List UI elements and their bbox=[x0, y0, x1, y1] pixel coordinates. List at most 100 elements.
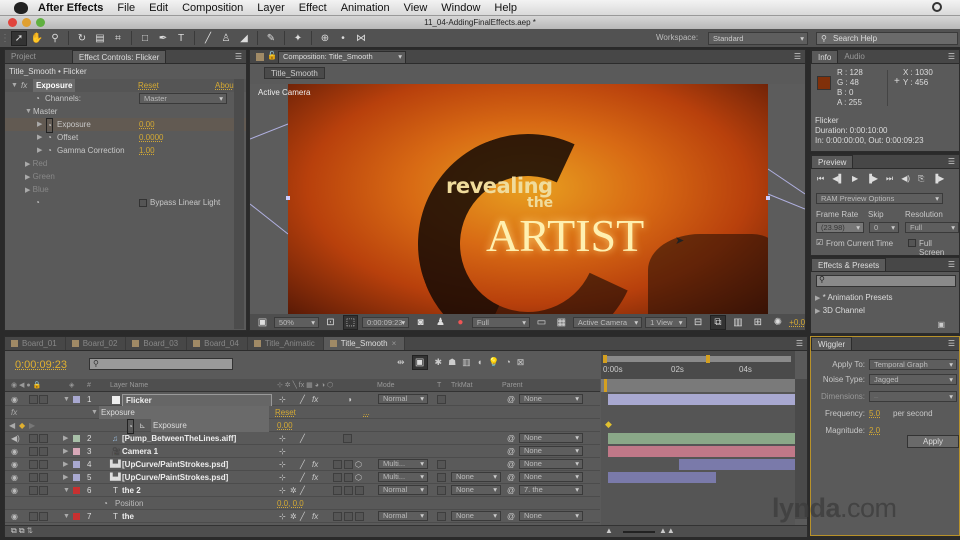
transparency-grid-icon[interactable]: ▦ bbox=[554, 315, 569, 330]
trkmat-select[interactable]: None bbox=[451, 472, 501, 482]
menu-animation[interactable]: Animation bbox=[341, 2, 390, 14]
frame-blending-icon[interactable]: ▥ bbox=[462, 357, 471, 370]
layer-bar-4[interactable] bbox=[679, 459, 795, 470]
pixel-aspect-icon[interactable]: ⊟ bbox=[691, 315, 706, 330]
motion-blur-icon[interactable]: ◖ bbox=[477, 357, 482, 370]
property-row[interactable]: ◀ ◆ ▶ ◔ ⊾ Exposure 0.00 bbox=[5, 419, 600, 434]
parent-select[interactable]: None bbox=[519, 511, 583, 521]
channels-select[interactable]: Master bbox=[139, 93, 227, 104]
hide-shy-layers-icon[interactable]: ☗ bbox=[448, 357, 456, 370]
stopwatch-icon[interactable]: ◔ bbox=[35, 196, 40, 209]
collapse-switch-icon[interactable]: ✲ bbox=[290, 484, 297, 497]
panel-menu-icon[interactable]: ☰ bbox=[948, 260, 955, 269]
skip-select[interactable]: 0 bbox=[869, 222, 899, 233]
tab-project[interactable]: Project bbox=[5, 50, 42, 63]
effect-switch-icon[interactable]: fx bbox=[312, 471, 318, 484]
tab-title-smooth[interactable]: Title_Smooth × bbox=[323, 337, 406, 350]
current-time-track[interactable] bbox=[601, 379, 795, 392]
group-blue[interactable]: ▶ Blue bbox=[5, 183, 49, 196]
parent-select[interactable]: None bbox=[519, 446, 583, 456]
expand-triangle-icon[interactable]: ▼ bbox=[63, 484, 70, 497]
prev-keyframe-icon[interactable]: ◀ bbox=[9, 419, 15, 432]
search-help-input[interactable]: ⚲ Search Help bbox=[816, 32, 958, 45]
graph-editor-icon[interactable]: ⊠ bbox=[517, 357, 525, 370]
exposure-value[interactable]: +0.0 bbox=[789, 318, 805, 327]
resolution-select[interactable]: Full bbox=[905, 222, 959, 233]
draft-3d-icon[interactable]: ✱ bbox=[435, 357, 443, 370]
parent-select[interactable]: None bbox=[519, 433, 583, 443]
tab-info[interactable]: Info bbox=[811, 50, 839, 63]
label-color-swatch[interactable] bbox=[73, 448, 80, 455]
pick-whip-icon[interactable]: @ bbox=[507, 458, 515, 471]
pick-whip-icon[interactable]: @ bbox=[507, 471, 515, 484]
effect-row[interactable]: fx ▼ Exposure Reset ... bbox=[5, 406, 600, 419]
ram-preview-icon[interactable]: ▐▶ bbox=[932, 174, 944, 184]
expand-triangle-icon[interactable]: ▶ bbox=[63, 471, 68, 484]
bypass-checkbox[interactable] bbox=[139, 199, 147, 207]
tab-board-02[interactable]: Board_02 bbox=[66, 337, 127, 350]
type-tool-icon[interactable]: T bbox=[173, 31, 189, 46]
menu-layer[interactable]: Layer bbox=[257, 2, 285, 14]
frequency-value[interactable]: 5.0 bbox=[869, 409, 880, 418]
ram-preview-options-select[interactable]: RAM Preview Options bbox=[816, 193, 943, 204]
quality-switch-icon[interactable]: ╱ bbox=[300, 458, 305, 471]
panel-menu-icon[interactable]: ☰ bbox=[948, 339, 955, 348]
pick-whip-icon[interactable]: @ bbox=[507, 510, 515, 523]
layer-name[interactable]: [Pump_BetweenTheLines.aiff] bbox=[122, 432, 236, 445]
expand-triangle-icon[interactable]: ▼ bbox=[63, 510, 70, 523]
effect-panel-scrollbar[interactable] bbox=[234, 79, 244, 329]
parent-select[interactable]: 7. the bbox=[519, 485, 583, 495]
parent-select[interactable]: None bbox=[519, 472, 583, 482]
property-row[interactable]: ◔ Position 0.0, 0.0 bbox=[5, 497, 600, 510]
fast-previews-icon[interactable]: ⧉ bbox=[710, 314, 726, 330]
puppet-pin-tool-icon[interactable]: ✦ bbox=[290, 31, 306, 46]
panel-menu-icon[interactable]: ☰ bbox=[948, 52, 955, 61]
menu-window[interactable]: Window bbox=[441, 2, 480, 14]
apple-icon[interactable] bbox=[14, 1, 28, 14]
expand-triangle-icon[interactable]: ▼ bbox=[91, 406, 98, 419]
comp-nav-button[interactable]: Title_Smooth bbox=[264, 67, 325, 79]
trkmat-select[interactable]: None bbox=[451, 485, 501, 495]
mode-select[interactable]: Multi... bbox=[378, 459, 428, 469]
layer-bar-5[interactable] bbox=[608, 472, 716, 483]
effect-name[interactable]: Exposure bbox=[99, 406, 269, 419]
timeline-graph-area[interactable]: 0:00s 02s 04s ◆ bbox=[601, 351, 795, 537]
mode-select[interactable]: Normal bbox=[378, 485, 428, 495]
effect-reset-link[interactable]: Reset bbox=[138, 79, 159, 92]
effect-switch-icon[interactable]: fx bbox=[312, 393, 318, 406]
graph-icon[interactable]: ⊾ bbox=[139, 419, 146, 432]
frame-rate-select[interactable]: (23.98) bbox=[816, 222, 864, 233]
layer-handle[interactable] bbox=[286, 196, 290, 200]
layer-name[interactable]: Camera 1 bbox=[122, 445, 158, 458]
current-time-indicator[interactable] bbox=[604, 379, 607, 392]
stopwatch-icon[interactable]: ◔ bbox=[103, 497, 108, 510]
rotation-tool-icon[interactable]: ↻ bbox=[74, 31, 90, 46]
pan-behind-tool-icon[interactable]: ⌗ bbox=[110, 31, 126, 46]
effect-options-link[interactable]: ... bbox=[363, 406, 370, 419]
group-green[interactable]: ▶ Green bbox=[5, 170, 55, 183]
expand-triangle-icon[interactable]: ▶ bbox=[63, 458, 68, 471]
quality-switch-icon[interactable]: ╱ bbox=[300, 393, 305, 406]
shy-switch-icon[interactable]: ⊹ bbox=[279, 484, 286, 497]
layer-row[interactable]: ◉ ▶ 3 🎥 Camera 1 ⊹ @ None bbox=[5, 445, 600, 458]
panel-menu-icon[interactable]: ☰ bbox=[948, 157, 955, 166]
workspace-select[interactable]: Standard bbox=[708, 32, 808, 45]
always-preview-icon[interactable]: ▣ bbox=[255, 315, 270, 330]
expand-triangle-icon[interactable]: ▶ bbox=[37, 118, 42, 131]
3d-layer-icon[interactable]: ⬡ bbox=[355, 458, 362, 471]
expand-triangle-icon[interactable]: ▶ bbox=[37, 131, 42, 144]
next-frame-icon[interactable]: ▐▶ bbox=[866, 174, 878, 184]
lock-icon[interactable]: 🔓 bbox=[267, 51, 277, 60]
panel-menu-icon[interactable]: ☰ bbox=[235, 52, 242, 61]
tab-wiggler[interactable]: Wiggler bbox=[811, 337, 853, 350]
region-of-interest-icon[interactable]: ▭ bbox=[534, 315, 549, 330]
visibility-eye-icon[interactable]: ◉ bbox=[11, 484, 18, 497]
quality-switch-icon[interactable]: ╱ bbox=[300, 484, 305, 497]
prop-value[interactable]: 1.00 bbox=[139, 144, 155, 157]
timeline-current-time[interactable]: 0:00:09:23 bbox=[15, 359, 67, 371]
layer-row[interactable]: ◉ ▼ 7 T the ⊹ ✲ ╱ fx Normal None @ None bbox=[5, 510, 600, 523]
label-color-swatch[interactable] bbox=[73, 513, 80, 520]
group-red[interactable]: ▶ Red bbox=[5, 157, 47, 170]
menu-composition[interactable]: Composition bbox=[182, 2, 243, 14]
prop-value[interactable]: 0.0000 bbox=[139, 131, 163, 144]
